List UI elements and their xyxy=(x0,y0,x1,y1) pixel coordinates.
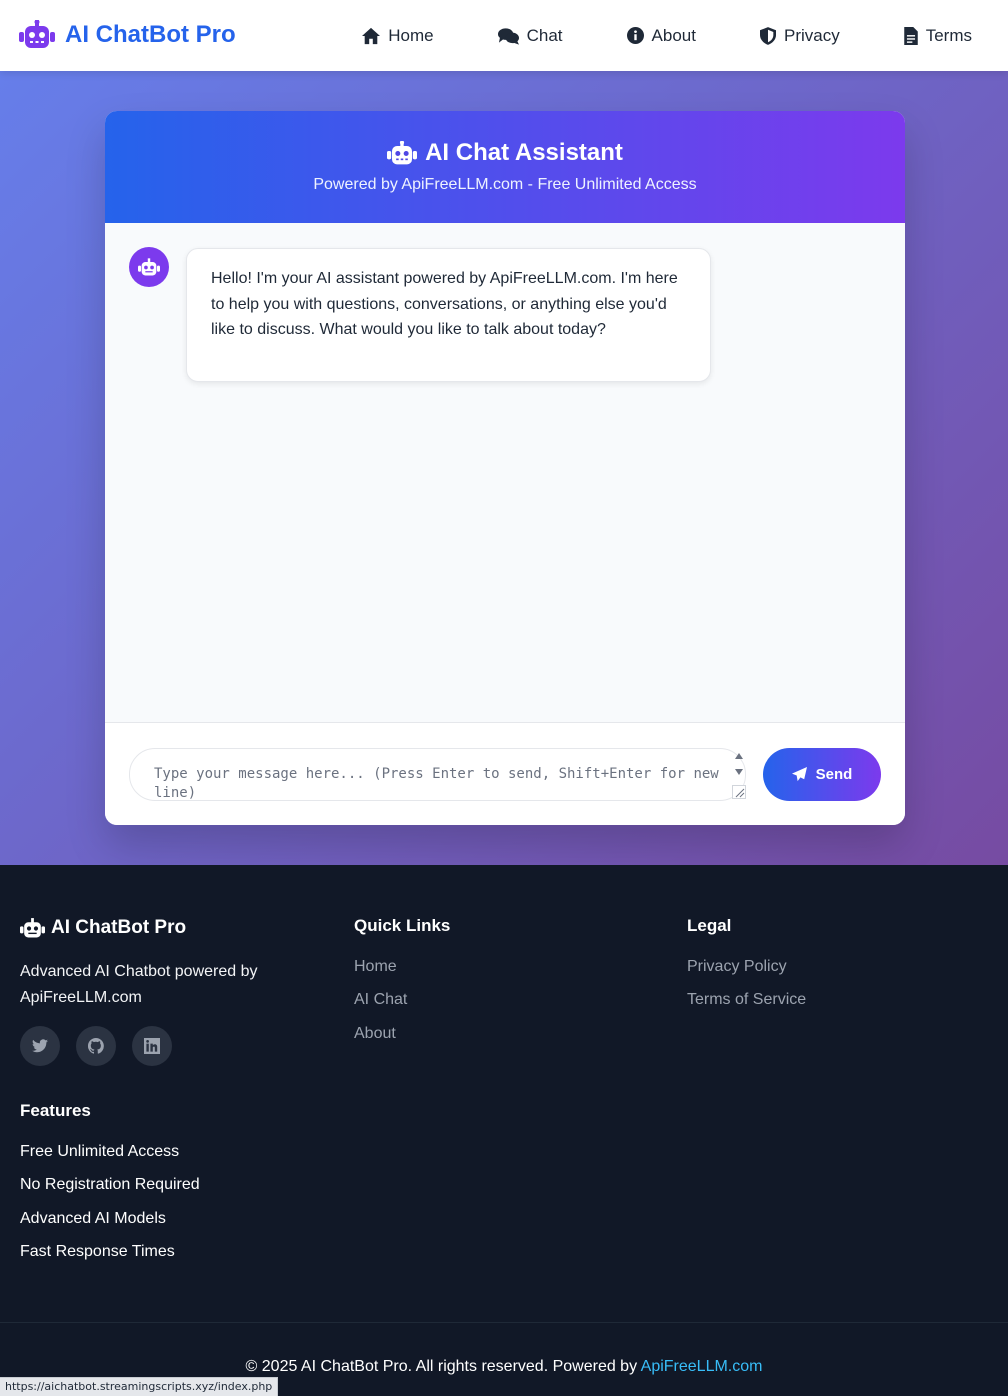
social-github[interactable] xyxy=(76,1026,116,1066)
bot-avatar xyxy=(129,247,169,287)
robot-icon xyxy=(387,140,418,164)
scroll-up-arrow-icon[interactable] xyxy=(734,752,744,760)
footer-link-terms-of-service[interactable]: Terms of Service xyxy=(687,991,806,1009)
browser-status-bar: https://aichatbot.streamingscripts.xyz/i… xyxy=(0,1377,279,1396)
comments-icon xyxy=(497,27,519,45)
chat-subtitle: Powered by ApiFreeLLM.com - Free Unlimit… xyxy=(313,176,697,193)
nav-link-label: Home xyxy=(388,25,434,45)
footer-description: Advanced AI Chatbot powered by ApiFreeLL… xyxy=(20,963,258,1006)
nav-link-label: Privacy xyxy=(783,25,840,45)
message-input[interactable] xyxy=(129,748,746,801)
nav-link-label: About xyxy=(651,25,696,45)
footer-brand-name: AI ChatBot Pro xyxy=(51,917,187,938)
robot-icon xyxy=(19,20,55,48)
footer-divider xyxy=(0,1322,1008,1323)
feature-item: No Registration Required xyxy=(20,1176,200,1193)
chat-title-text: AI Chat Assistant xyxy=(425,139,623,166)
nav-link-privacy[interactable]: Privacy xyxy=(759,25,840,46)
nav-link-label: Terms xyxy=(925,25,972,45)
robot-icon xyxy=(138,257,160,275)
document-icon xyxy=(903,26,918,45)
footer-link-home[interactable]: Home xyxy=(354,958,397,976)
robot-icon xyxy=(20,917,45,938)
nav-link-about[interactable]: About xyxy=(626,25,696,46)
send-button-label: Send xyxy=(815,766,853,783)
footer-link-about[interactable]: About xyxy=(354,1025,396,1043)
bot-message-bubble: Hello! I'm your AI assistant powered by … xyxy=(186,248,711,382)
feature-item: Advanced AI Models xyxy=(20,1210,166,1227)
scroll-down-arrow-icon[interactable] xyxy=(734,768,744,776)
messages-area[interactable]: Hello! I'm your AI assistant powered by … xyxy=(105,223,905,723)
nav-links: Home Chat About Privacy Terms xyxy=(362,0,972,71)
info-circle-icon xyxy=(626,27,644,44)
features-title: Features xyxy=(20,1101,91,1120)
nav-link-chat[interactable]: Chat xyxy=(497,25,563,46)
social-twitter[interactable] xyxy=(20,1026,60,1066)
chat-container: AI Chat Assistant Powered by ApiFreeLLM.… xyxy=(105,111,905,825)
copyright: © 2025 AI ChatBot Pro. All rights reserv… xyxy=(0,1358,1008,1376)
chat-header: AI Chat Assistant Powered by ApiFreeLLM.… xyxy=(105,111,905,223)
brand-link[interactable]: AI ChatBot Pro xyxy=(19,19,236,51)
send-button[interactable]: Send xyxy=(763,748,881,801)
footer: AI ChatBot Pro Advanced AI Chatbot power… xyxy=(0,865,1008,1396)
home-icon xyxy=(362,27,381,44)
nav-link-home[interactable]: Home xyxy=(362,25,434,46)
navbar: AI ChatBot Pro Home Chat About Privacy T… xyxy=(0,0,1008,71)
input-area: Send xyxy=(105,723,905,825)
chat-title: AI Chat Assistant xyxy=(105,111,905,167)
nav-link-terms[interactable]: Terms xyxy=(903,25,972,46)
social-linkedin[interactable] xyxy=(132,1026,172,1066)
feature-item: Fast Response Times xyxy=(20,1243,175,1260)
feature-item: Free Unlimited Access xyxy=(20,1143,180,1160)
github-icon xyxy=(88,1038,104,1054)
brand-name: AI ChatBot Pro xyxy=(65,21,236,48)
footer-link-ai-chat[interactable]: AI Chat xyxy=(354,991,407,1009)
twitter-icon xyxy=(32,1039,48,1053)
shield-icon xyxy=(759,26,776,45)
paper-plane-icon xyxy=(791,767,807,782)
linkedin-icon xyxy=(144,1038,160,1054)
footer-link-privacy-policy[interactable]: Privacy Policy xyxy=(687,958,787,976)
copyright-text: © 2025 AI ChatBot Pro. All rights reserv… xyxy=(245,1358,638,1375)
resize-grip-icon[interactable] xyxy=(732,785,746,799)
quick-links-title: Quick Links xyxy=(354,916,451,935)
nav-link-label: Chat xyxy=(526,25,563,45)
hero-section: AI Chat Assistant Powered by ApiFreeLLM.… xyxy=(0,71,1008,865)
footer-brand: AI ChatBot Pro xyxy=(20,917,186,939)
copyright-link[interactable]: ApiFreeLLM.com xyxy=(641,1358,763,1375)
legal-title: Legal xyxy=(687,916,732,935)
